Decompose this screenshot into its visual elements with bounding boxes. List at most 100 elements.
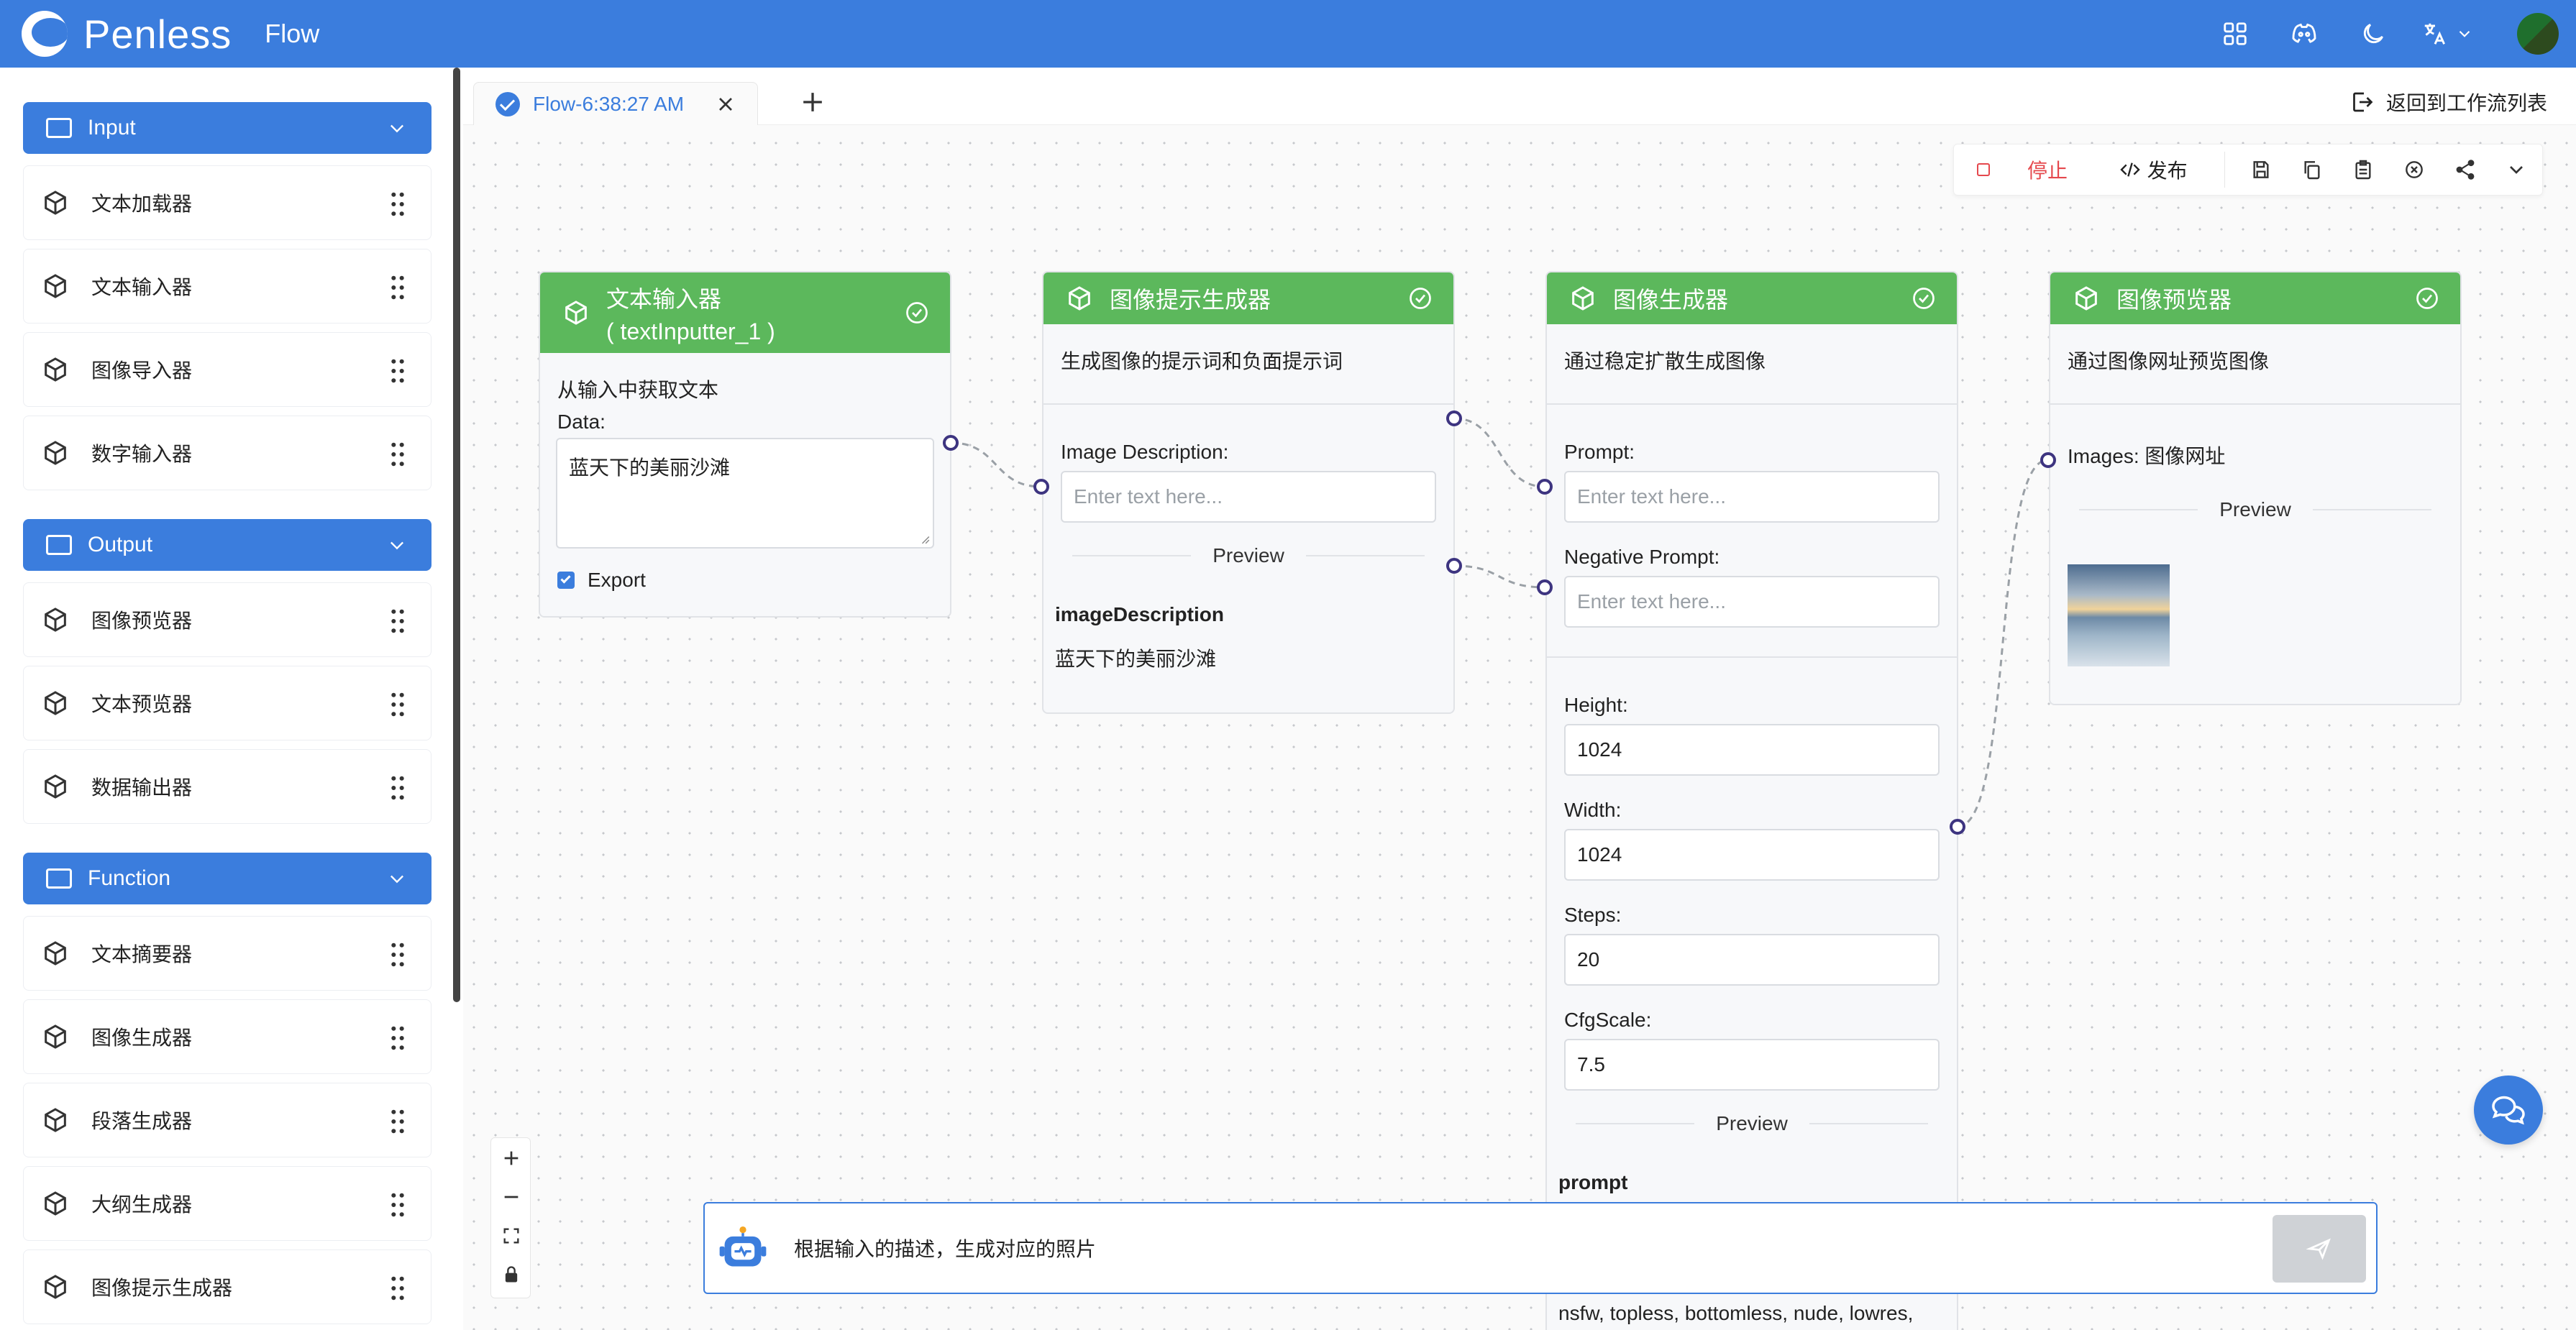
negative-prompt-input[interactable]: Enter text here... (1564, 576, 1940, 628)
cube-icon (45, 1275, 66, 1299)
tab-flow[interactable]: Flow-6:38:27 AM (473, 82, 758, 125)
resize-handle-icon[interactable] (920, 534, 930, 544)
sidebar-node-item[interactable]: 数据输出器 (23, 749, 431, 824)
sidebar-node-item[interactable]: 数字输入器 (23, 416, 431, 490)
sidebar-node-item[interactable]: 图像提示生成器 (23, 1249, 431, 1324)
send-button[interactable] (2273, 1215, 2366, 1283)
moon-icon[interactable] (2353, 14, 2393, 54)
node-header[interactable]: 文本输入器 ( textInputter_1 ) (540, 272, 950, 353)
chat-support-button[interactable] (2474, 1076, 2543, 1145)
preview-label: Preview (2219, 498, 2291, 520)
drag-handle-icon[interactable] (390, 1109, 405, 1134)
divider (1547, 403, 1957, 405)
height-input[interactable]: 1024 (1564, 724, 1940, 776)
group-header-input[interactable]: Input (23, 102, 431, 154)
sidebar-node-item[interactable]: 段落生成器 (23, 1083, 431, 1157)
save-icon[interactable] (2244, 152, 2278, 187)
node-image-previewer[interactable]: 图像预览器 通过图像网址预览图像 Images: 图像网址 Preview (2049, 271, 2462, 705)
negative-prompt-label: Negative Prompt: (1564, 546, 1720, 568)
copy-icon[interactable] (2295, 152, 2329, 187)
zoom-in-icon[interactable] (500, 1147, 523, 1170)
sidebar-node-item[interactable]: 图像预览器 (23, 582, 431, 657)
export-checkbox[interactable] (557, 572, 575, 589)
drag-handle-icon[interactable] (390, 1026, 405, 1050)
drag-handle-icon[interactable] (390, 359, 405, 383)
steps-input[interactable]: 20 (1564, 934, 1940, 986)
code-icon (2119, 162, 2140, 177)
sidebar-scrollbar[interactable] (453, 68, 460, 1002)
chevron-down-icon (390, 875, 403, 884)
drag-handle-icon[interactable] (390, 1276, 405, 1301)
cube-icon (2075, 286, 2097, 311)
sidebar-item-label: 数据输出器 (91, 776, 193, 799)
drag-handle-icon[interactable] (390, 609, 405, 633)
chat-input-bar[interactable]: 根据输入的描述，生成对应的照片 (703, 1202, 2378, 1294)
fit-view-icon[interactable] (501, 1226, 521, 1246)
chat-icon (2492, 1096, 2525, 1125)
node-header[interactable]: 图像生成器 (1547, 272, 1957, 324)
chevron-down-icon[interactable] (2500, 152, 2534, 187)
avatar[interactable] (2517, 13, 2559, 55)
back-to-workflows-link[interactable]: 返回到工作流列表 (2349, 88, 2547, 116)
preview-thumbnail[interactable] (2068, 564, 2170, 666)
drag-handle-icon[interactable] (390, 192, 405, 216)
tab-label: Flow-6:38:27 AM (533, 92, 685, 115)
output-port[interactable] (1446, 411, 1462, 426)
input-port[interactable] (1537, 579, 1553, 595)
image-description-input[interactable]: Enter text here... (1061, 471, 1436, 523)
sidebar-item-label: 文本加载器 (91, 193, 193, 215)
sidebar-node-item[interactable]: 图像生成器 (23, 999, 431, 1074)
share-icon[interactable] (2449, 152, 2483, 187)
add-tab-icon[interactable] (797, 86, 828, 118)
prompt-input[interactable]: Enter text here... (1564, 471, 1940, 523)
group-header-function[interactable]: Function (23, 853, 431, 904)
publish-button[interactable]: 发布 (2119, 155, 2224, 184)
zoom-out-icon[interactable] (500, 1185, 523, 1209)
input-port[interactable] (1033, 479, 1049, 495)
sidebar-node-item[interactable]: 文本输入器 (23, 249, 431, 324)
drag-handle-icon[interactable] (390, 1193, 405, 1217)
drag-handle-icon[interactable] (390, 275, 405, 300)
penless-logo-icon (22, 11, 68, 57)
data-textarea[interactable]: 蓝天下的美丽沙滩 (556, 438, 934, 549)
output-port[interactable] (1950, 819, 1965, 835)
node-header[interactable]: 图像提示生成器 (1043, 272, 1453, 324)
cfgscale-input[interactable]: 7.5 (1564, 1039, 1940, 1091)
clear-icon[interactable] (2397, 152, 2431, 187)
language-switch[interactable] (2415, 14, 2474, 54)
output-port[interactable] (1446, 558, 1462, 574)
cube-icon (45, 274, 66, 298)
group-title: Function (88, 866, 171, 890)
output-port[interactable] (943, 435, 959, 451)
clipboard-icon[interactable] (2346, 152, 2380, 187)
node-image-prompt-generator[interactable]: 图像提示生成器 生成图像的提示词和负面提示词 Image Description… (1042, 271, 1455, 714)
apps-icon[interactable] (2215, 14, 2255, 54)
drag-handle-icon[interactable] (390, 776, 405, 800)
sidebar-node-item[interactable]: 图像导入器 (23, 332, 431, 407)
lock-icon[interactable] (501, 1265, 521, 1285)
drag-handle-icon[interactable] (390, 943, 405, 967)
export-checkbox-row[interactable]: Export (557, 569, 950, 592)
node-description: 从输入中获取文本 (557, 379, 719, 401)
folder-icon (46, 535, 72, 555)
discord-icon[interactable] (2284, 14, 2324, 54)
tab-bar: Flow-6:38:27 AM 返回到工作流列表 (463, 68, 2576, 125)
check-circle-icon (2416, 288, 2438, 309)
close-icon[interactable] (714, 93, 737, 116)
logo[interactable]: Penless Flow (22, 11, 319, 58)
stop-button[interactable]: 停止 (1977, 155, 2119, 184)
node-text-inputter[interactable]: 文本输入器 ( textInputter_1 ) 从输入中获取文本 Data: … (539, 271, 951, 618)
sidebar-node-item[interactable]: 大纲生成器 (23, 1166, 431, 1241)
width-input[interactable]: 1024 (1564, 829, 1940, 881)
drag-handle-icon[interactable] (390, 442, 405, 467)
input-port[interactable] (1537, 479, 1553, 495)
node-image-generator[interactable]: 图像生成器 通过稳定扩散生成图像 Prompt: Enter text here… (1545, 271, 1958, 1330)
sidebar-node-item[interactable]: 文本摘要器 (23, 916, 431, 991)
result-text: nsfw, topless, bottomless, nude, lowres, (1558, 1302, 1914, 1324)
sidebar-node-item[interactable]: 文本加载器 (23, 165, 431, 240)
node-header[interactable]: 图像预览器 (2050, 272, 2460, 324)
sidebar-node-item[interactable]: 文本预览器 (23, 666, 431, 740)
drag-handle-icon[interactable] (390, 692, 405, 717)
input-port[interactable] (2040, 452, 2056, 468)
group-header-output[interactable]: Output (23, 519, 431, 571)
